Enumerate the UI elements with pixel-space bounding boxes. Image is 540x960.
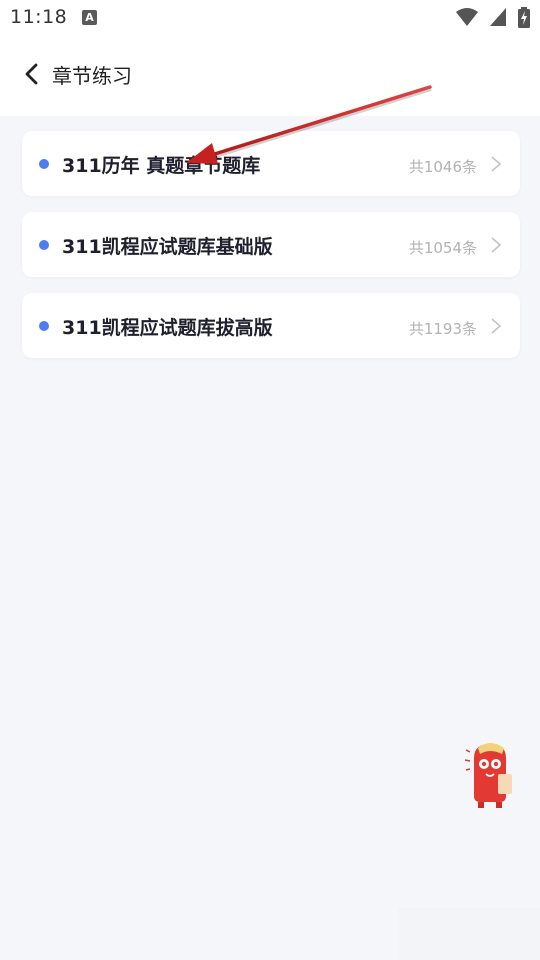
- item-count: 共1046条: [408, 158, 477, 176]
- item-count: 共1054条: [408, 239, 477, 257]
- signal-icon: [489, 8, 506, 26]
- list-item[interactable]: 311凯程应试题库基础版 共1054条: [22, 212, 520, 277]
- bullet-dot: [39, 321, 49, 331]
- bullet-dot: [39, 240, 49, 250]
- bullet-dot: [39, 159, 49, 169]
- bottom-overlay: [398, 908, 540, 960]
- red-packet-mascot-icon[interactable]: [460, 738, 520, 810]
- item-title: 311历年 真题章节题库: [62, 155, 261, 177]
- a-icon: A: [82, 10, 97, 25]
- status-bar: 11:18 A: [0, 0, 540, 36]
- chapter-list: 311历年 真题章节题库 共1046条 311凯程应试题库基础版 共1054条 …: [22, 131, 520, 374]
- page-title: 章节练习: [52, 64, 132, 88]
- status-time: 11:18: [10, 6, 68, 28]
- item-title: 311凯程应试题库拔高版: [62, 317, 273, 339]
- item-title: 311凯程应试题库基础版: [62, 236, 273, 258]
- list-item[interactable]: 311凯程应试题库拔高版 共1193条: [22, 293, 520, 358]
- chevron-right-icon: [491, 318, 502, 334]
- list-item[interactable]: 311历年 真题章节题库 共1046条: [22, 131, 520, 196]
- wifi-icon: [455, 8, 478, 26]
- back-icon[interactable]: [22, 61, 44, 87]
- battery-charging-icon: [518, 7, 530, 28]
- chevron-right-icon: [491, 156, 502, 172]
- chevron-right-icon: [491, 237, 502, 253]
- status-icons: [450, 7, 530, 29]
- item-count: 共1193条: [408, 320, 477, 338]
- app-header: 章节练习: [0, 36, 540, 116]
